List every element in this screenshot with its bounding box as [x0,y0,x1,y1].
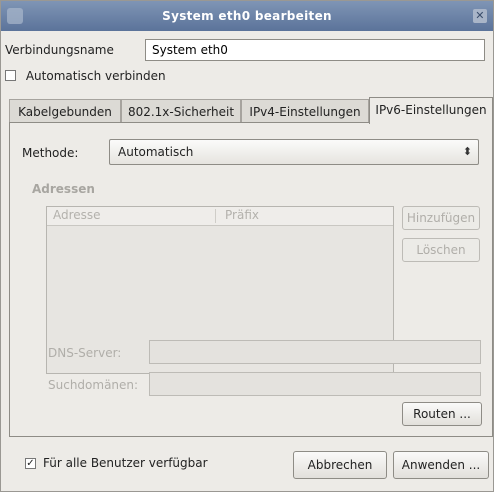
search-domains-input[interactable] [149,372,481,396]
cancel-button[interactable]: Abbrechen [293,451,387,479]
title-bar[interactable]: System eth0 bearbeiten ✕ [1,1,493,31]
auto-connect-label: Automatisch verbinden [25,69,166,83]
add-address-button[interactable]: Hinzufügen [402,206,480,230]
tab-ipv6-einstellungen[interactable]: IPv6-Einstellungen [369,97,493,124]
dialog-footer: ✓ Für alle Benutzer verfügbar Abbrechen … [1,437,493,491]
routes-button[interactable]: Routen ... [402,402,482,426]
dns-server-input[interactable] [149,340,481,364]
apply-button[interactable]: Anwenden ... [393,451,489,479]
tab-kabelgebunden[interactable]: Kabelgebunden [9,99,121,123]
method-label: Methode: [22,146,79,160]
method-value: Automatisch [118,145,194,159]
connection-name-input[interactable] [145,39,485,61]
column-divider [215,209,216,223]
updown-arrow-icon: ⬍ [462,145,472,158]
tab-bar: Kabelgebunden 802.1x-Sicherheit IPv4-Ein… [9,97,493,124]
column-header-prefix: Präfix [225,208,259,222]
window-title: System eth0 bearbeiten [162,9,332,23]
ipv6-settings-panel: Methode: Automatisch ⬍ Adressen Adresse … [9,122,493,437]
close-icon[interactable]: ✕ [473,9,487,23]
all-users-label: Für alle Benutzer verfügbar [43,456,208,470]
search-domains-label: Suchdomänen: [48,378,139,392]
table-header: Adresse Präfix [47,207,393,226]
addresses-heading: Adressen [32,182,95,196]
connection-name-label: Verbindungsname [5,43,114,57]
auto-connect-checkbox[interactable] [5,70,16,81]
column-header-address: Adresse [53,208,101,222]
tab-ipv4-einstellungen[interactable]: IPv4-Einstellungen [241,99,369,123]
auto-connect-row[interactable]: Automatisch verbinden [5,69,166,83]
dns-server-label: DNS-Server: [48,346,122,360]
dialog-window: System eth0 bearbeiten ✕ Verbindungsname… [0,0,494,492]
delete-address-button[interactable]: Löschen [402,238,480,262]
method-select[interactable]: Automatisch ⬍ [109,139,479,165]
tab-8021x-sicherheit[interactable]: 802.1x-Sicherheit [121,99,241,123]
network-icon [7,8,23,24]
all-users-checkbox[interactable]: ✓ [25,458,36,469]
